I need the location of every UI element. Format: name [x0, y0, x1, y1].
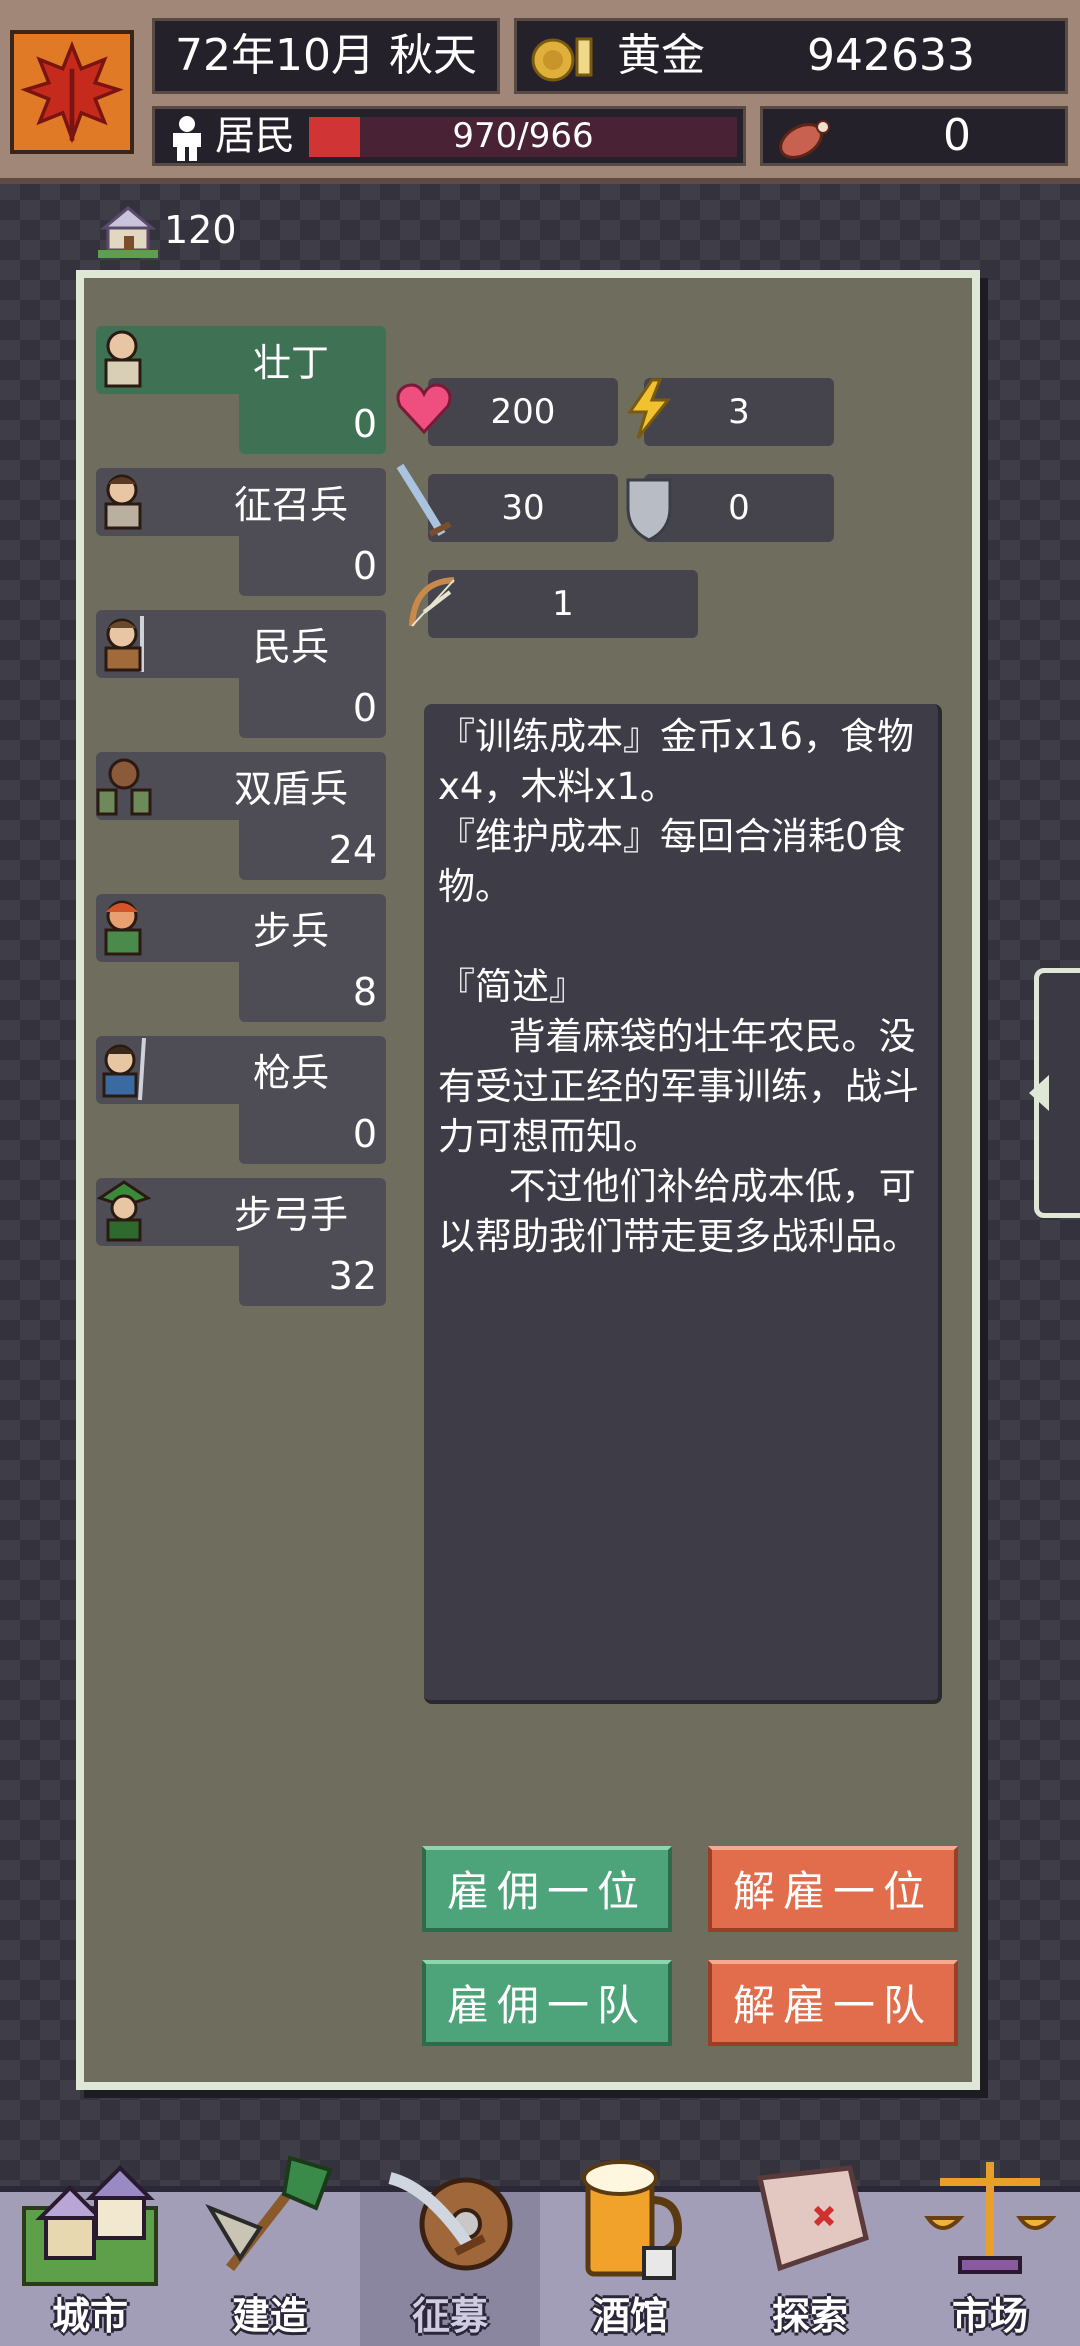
nav-build-label: 建造: [231, 2294, 308, 2338]
hire-one-button[interactable]: 雇佣一位: [422, 1846, 672, 1932]
city-icon: [22, 2165, 158, 2286]
unit-count: 0: [352, 544, 377, 588]
unit-item-bugongshou[interactable]: 步弓手 32: [96, 1178, 386, 1306]
gold-coin-icon: [531, 37, 593, 82]
fire-one-button[interactable]: 解雇一位: [708, 1846, 958, 1932]
unit-item-zhengzhaobing[interactable]: 征召兵 0: [96, 468, 386, 596]
unit-item-zhuangding[interactable]: 壮丁 0: [96, 326, 386, 454]
dual-shield-avatar-icon: [96, 758, 152, 816]
stat-attack: 30: [428, 474, 618, 542]
unit-item-bubing[interactable]: 步兵 8: [96, 894, 386, 1022]
shield-icon: [626, 478, 672, 542]
nav-city-label: 城市: [51, 2294, 128, 2338]
nav-city[interactable]: 城市: [0, 2165, 180, 2346]
unit-count: 0: [352, 686, 377, 730]
lightning-icon: [627, 378, 672, 439]
unit-count: 0: [352, 402, 377, 446]
unit-count: 32: [328, 1254, 377, 1298]
scale-icon: [924, 2162, 1057, 2274]
stat-hp-value: 200: [490, 392, 556, 432]
gold-value: 942633: [807, 30, 975, 81]
unit-name: 步弓手: [233, 1193, 348, 1237]
unit-description: 『训练成本』金币x16，食物x4，木料x1。 『维护成本』每回合消耗0食物。 『…: [424, 704, 942, 1704]
shovel-icon: [205, 2155, 333, 2272]
stat-hp: 200: [428, 378, 618, 446]
house-icon: [98, 206, 158, 258]
nav-recruit[interactable]: 征募: [360, 2172, 540, 2346]
stat-range-value: 1: [552, 584, 574, 624]
peasant-avatar-icon: [104, 330, 142, 388]
fire-team-button[interactable]: 解雇一队: [708, 1960, 958, 2046]
unit-item-shuangdunbing[interactable]: 双盾兵 24: [96, 752, 386, 880]
nav-tavern-label: 酒馆: [591, 2294, 668, 2338]
meat-icon: [779, 120, 830, 159]
nav-explore[interactable]: 探索: [720, 2165, 900, 2346]
unit-name: 枪兵: [252, 1051, 329, 1095]
nav-build[interactable]: 建造: [180, 2155, 360, 2346]
gold-label: 黄金: [617, 30, 705, 81]
residents-display: 居民 970/966: [152, 106, 746, 166]
stat-range: 1: [428, 570, 698, 638]
house-count-value: 120: [164, 208, 237, 252]
date-display: 72年10月 秋天: [152, 18, 500, 94]
stat-speed-value: 3: [728, 392, 750, 432]
date-text: 72年10月 秋天: [175, 30, 477, 81]
stat-defense-value: 0: [728, 488, 750, 528]
gold-display: 黄金 942633: [514, 18, 1068, 94]
unit-item-qiangbing[interactable]: 枪兵 0: [96, 1036, 386, 1164]
spearman-avatar-icon: [102, 1038, 146, 1101]
bow-icon: [409, 577, 455, 627]
recruit-panel: 壮丁 0 征召兵 0 民兵 0 双盾兵 24 步兵 8 枪兵 0 步弓手 32 …: [76, 270, 980, 2090]
person-icon: [173, 116, 201, 161]
side-drawer-tab[interactable]: [1029, 968, 1080, 1218]
chevron-left-icon: [1029, 1075, 1049, 1111]
nav-tavern[interactable]: 酒馆: [540, 2160, 720, 2346]
nav-market[interactable]: 市场: [900, 2162, 1080, 2346]
nav-explore-label: 探索: [771, 2294, 848, 2338]
unit-name: 征召兵: [233, 483, 348, 527]
nav-recruit-label: 征募: [411, 2294, 488, 2338]
sword-icon: [396, 464, 452, 537]
archer-avatar-icon: [96, 1180, 152, 1242]
top-status-bar: 72年10月 秋天 黄金 942633 居民 970/966 0: [0, 0, 1080, 184]
nav-market-label: 市场: [951, 2294, 1028, 2338]
autumn-leaf-icon[interactable]: [10, 30, 134, 154]
unit-name: 双盾兵: [233, 767, 348, 811]
stat-attack-value: 30: [501, 488, 545, 528]
unit-name: 壮丁: [252, 341, 329, 385]
militia-avatar-icon: [104, 616, 144, 672]
meat-value: 0: [943, 110, 971, 161]
hire-team-button[interactable]: 雇佣一队: [422, 1960, 672, 2046]
residents-value: 970/966: [452, 116, 594, 156]
unit-count: 24: [328, 828, 377, 872]
residents-label: 居民: [215, 113, 295, 159]
beer-mug-icon: [582, 2160, 683, 2280]
unit-name: 步兵: [252, 909, 329, 953]
unit-count: 0: [352, 1112, 377, 1156]
unit-name: 民兵: [252, 625, 329, 669]
meat-display: 0: [760, 106, 1068, 166]
sword-shield-icon: [388, 2172, 513, 2271]
map-icon: [756, 2165, 869, 2272]
infantry-avatar-icon: [104, 900, 142, 956]
unit-count: 8: [352, 970, 377, 1014]
heart-icon: [396, 383, 452, 435]
unit-item-minbing[interactable]: 民兵 0: [96, 610, 386, 738]
bottom-navigation: 城市 建造 征募 酒馆 探索 市场: [0, 2155, 1080, 2346]
conscript-avatar-icon: [104, 474, 142, 530]
